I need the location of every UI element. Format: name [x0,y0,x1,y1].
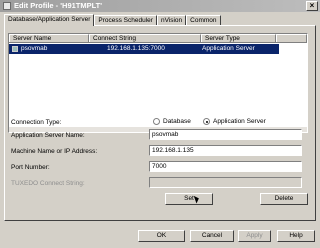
radio-database[interactable]: Database [153,118,191,125]
radio-application-server-label: Application Server [213,118,266,125]
row-server-type: Application Server [202,45,255,52]
machine-name-input[interactable]: 192.168.1.135 [149,145,302,156]
radio-database-circle[interactable] [153,118,160,125]
delete-button[interactable]: Delete [260,193,308,205]
cancel-button[interactable]: Cancel [190,230,234,242]
port-number-input[interactable]: 7000 [149,161,302,172]
ok-button[interactable]: OK [138,230,185,242]
app-icon [3,2,11,10]
column-connect-string[interactable]: Connect String [89,34,201,42]
tuxedo-connect-string-input [149,177,302,188]
table-row[interactable]: psovmab 192.168.1.135:7000 Application S… [9,44,279,54]
list-header: Server Name Connect String Server Type [9,34,307,43]
window-title: Edit Profile - 'H91TMPLT' [14,1,103,10]
help-button[interactable]: Help [277,230,315,242]
tab-panel: Server Name Connect String Server Type p… [4,25,316,221]
connection-type-label: Connection Type: [11,119,62,126]
radio-application-server-circle[interactable] [203,118,210,125]
radio-application-server[interactable]: Application Server [203,118,266,125]
column-server-name[interactable]: Server Name [9,34,89,42]
row-server-name: psovmab [21,45,48,52]
close-button[interactable]: × [306,1,318,11]
set-button[interactable]: Set [165,193,213,205]
tab-database-application-server[interactable]: Database/Application Server [4,14,95,26]
tuxedo-connect-string-label: TUXEDO Connect String: [11,180,85,187]
title-bar: Edit Profile - 'H91TMPLT' × [0,0,320,12]
port-number-label: Port Number: [11,164,50,171]
server-icon [12,46,18,52]
apply-button: Apply [238,230,271,242]
column-empty [276,34,307,42]
app-server-name-input[interactable]: psovmab [149,129,302,140]
app-server-name-label: Application Server Name: [11,132,85,139]
machine-name-label: Machine Name or IP Address: [11,148,98,155]
column-server-type[interactable]: Server Type [201,34,276,42]
row-connect-string: 192.168.1.135:7000 [107,45,165,52]
radio-database-label: Database [163,118,191,125]
